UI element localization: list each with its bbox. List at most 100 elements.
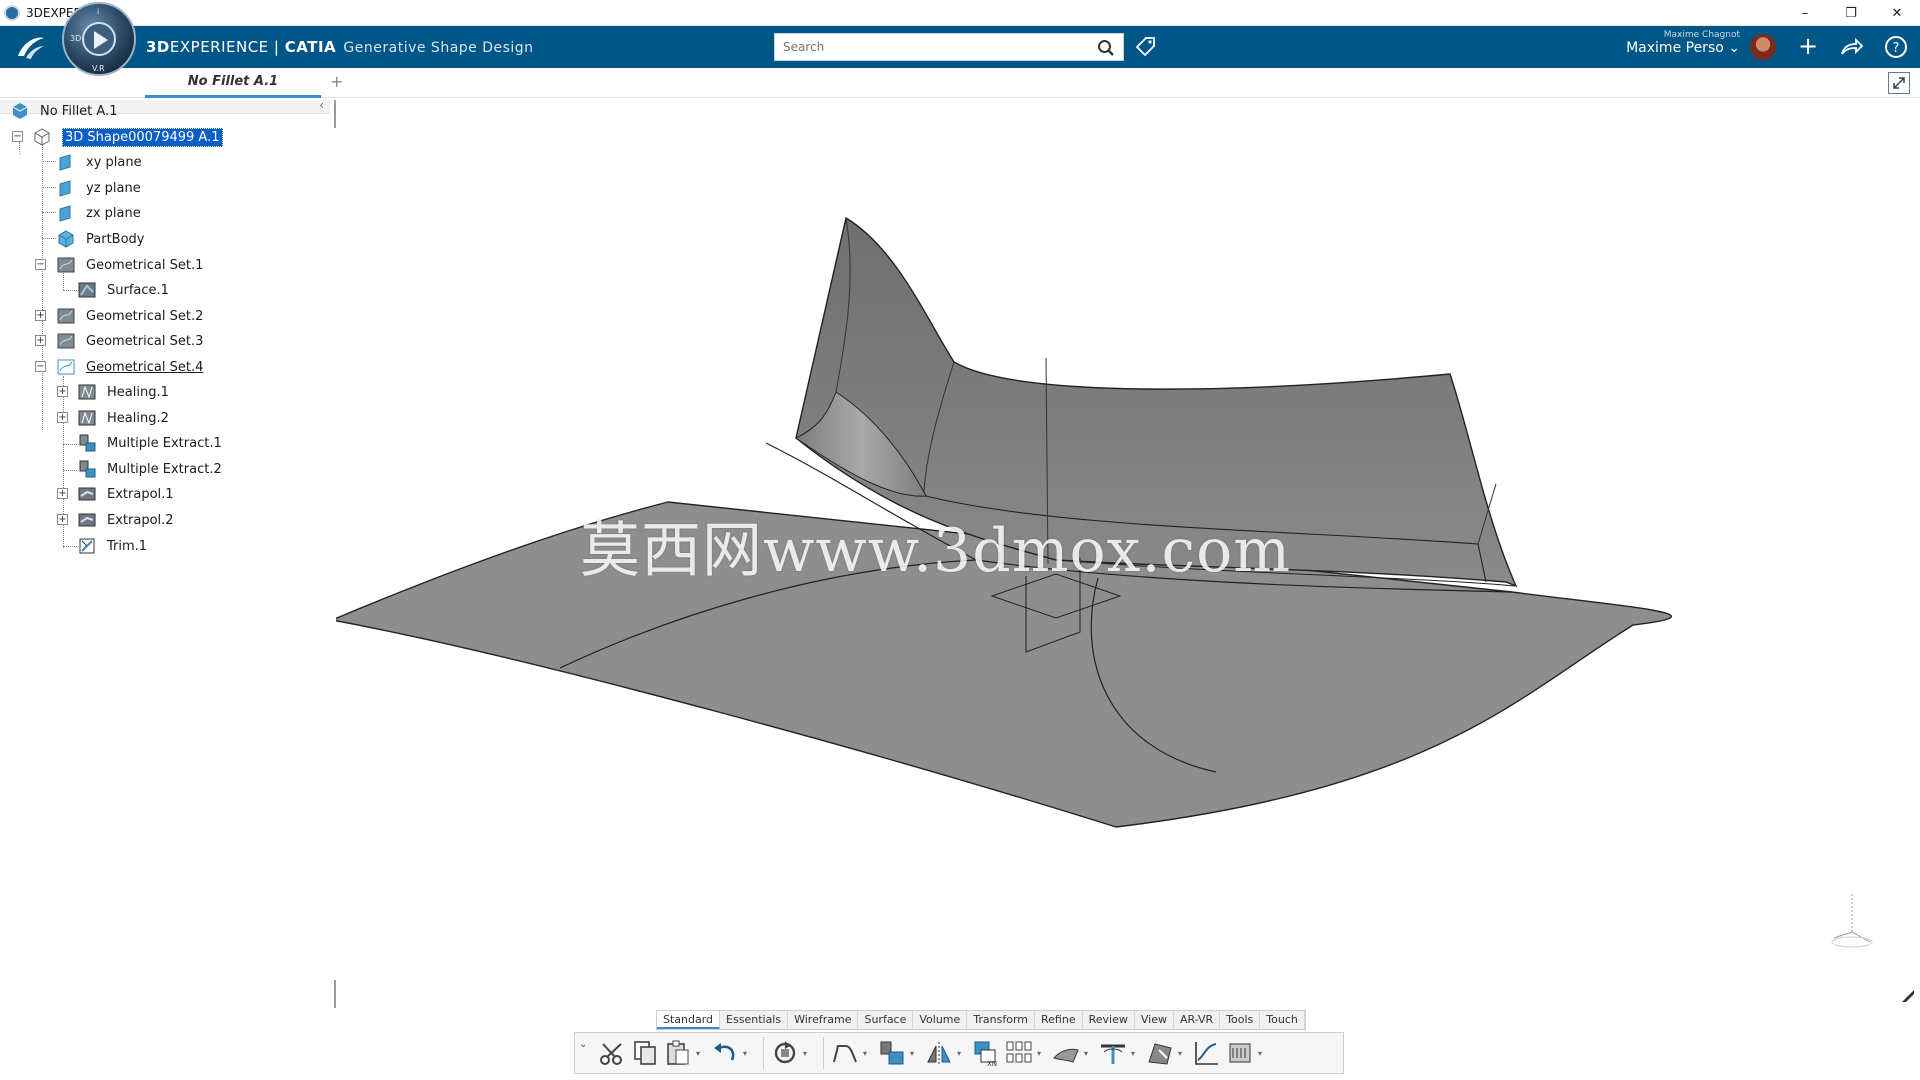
add-icon[interactable]: + (1795, 34, 1821, 60)
paste-icon[interactable] (663, 1038, 693, 1068)
symmetry-dropdown-icon[interactable]: ▾ (957, 1049, 965, 1058)
tab-touch[interactable]: Touch (1260, 1011, 1305, 1029)
fill-icon[interactable] (1145, 1038, 1175, 1068)
update-icon[interactable] (770, 1038, 800, 1068)
undo-dropdown-icon[interactable]: ▾ (743, 1049, 751, 1058)
tree-node-partbody[interactable]: PartBody (56, 228, 144, 250)
minimize-button[interactable]: – (1782, 0, 1828, 26)
undo-icon[interactable] (710, 1038, 740, 1068)
tree-node-extrapol-2[interactable]: + Extrapol.2 (57, 509, 174, 531)
healing-icon (78, 384, 96, 400)
tab-view[interactable]: View (1135, 1011, 1174, 1029)
restore-button[interactable]: ❐ (1828, 0, 1874, 26)
play-icon[interactable] (94, 31, 108, 49)
chevron-down-icon[interactable]: ⌄ (579, 1039, 587, 1050)
resize-handle-icon[interactable] (1900, 988, 1916, 1004)
tab-essentials[interactable]: Essentials (720, 1011, 789, 1029)
collapse-icon[interactable]: − (35, 259, 46, 270)
transform-icon[interactable] (1051, 1038, 1081, 1068)
plane-icon (59, 154, 71, 171)
tab-standard[interactable]: Standard (657, 1011, 721, 1029)
user-name: Maxime Perso ⌄ (1626, 40, 1740, 56)
tree-node-shape[interactable]: − 3D Shape00079499 A.1 (12, 126, 223, 148)
tree-node-trim-1[interactable]: Trim.1 (77, 535, 147, 557)
shape-icon (34, 128, 50, 146)
fill-dropdown-icon[interactable]: ▾ (1178, 1049, 1186, 1058)
close-button[interactable]: ✕ (1874, 0, 1920, 26)
svg-text:?: ? (1893, 41, 1900, 56)
window-title-bar: 3DEXPERIENCE – ❐ ✕ (0, 0, 1920, 26)
avatar[interactable] (1750, 34, 1776, 60)
pattern-icon[interactable] (1004, 1038, 1034, 1068)
tab-tools[interactable]: Tools (1220, 1011, 1261, 1029)
tree-node-multiple-extract-2[interactable]: Multiple Extract.2 (77, 458, 222, 480)
search-input[interactable] (775, 34, 1085, 60)
tree-node-multiple-extract-1[interactable]: Multiple Extract.1 (77, 432, 222, 454)
join-dropdown-icon[interactable]: ▾ (1131, 1049, 1139, 1058)
tree-node-xy-plane[interactable]: xy plane (56, 151, 142, 173)
tree-node-surface-1[interactable]: Surface.1 (77, 279, 169, 301)
sketch-icon[interactable] (830, 1038, 860, 1068)
expand-icon[interactable]: + (57, 488, 68, 499)
extract-tool-icon[interactable] (877, 1038, 907, 1068)
measure-dropdown-icon[interactable]: ▾ (1258, 1049, 1266, 1058)
cut-icon[interactable] (597, 1038, 627, 1068)
maximize-viewer-button[interactable] (1888, 72, 1910, 94)
tree-node-geoset-1[interactable]: − Geometrical Set.1 (35, 254, 203, 276)
tab-wireframe[interactable]: Wireframe (788, 1011, 859, 1029)
compass-widget[interactable]: 3D V.R i (62, 2, 136, 76)
app-header: 3DEXPERIENCE | CATIA Generative Shape De… (0, 26, 1920, 68)
add-tab-button[interactable]: + (330, 72, 343, 91)
extract-dropdown-icon[interactable]: ▾ (910, 1049, 918, 1058)
watermark-text: 莫西网www.3dmox.com (580, 516, 1292, 586)
tree-node-zx-plane[interactable]: zx plane (56, 202, 141, 224)
duplicate-icon[interactable]: XN (971, 1038, 1001, 1068)
tree-node-geoset-2[interactable]: + Geometrical Set.2 (35, 305, 203, 327)
tree-node-geoset-4[interactable]: − Geometrical Set.4 (35, 356, 203, 378)
3d-viewport[interactable]: 莫西网www.3dmox.com (329, 98, 1920, 998)
expand-icon[interactable]: + (57, 386, 68, 397)
app-icon (4, 4, 20, 21)
ds-logo-icon[interactable] (14, 32, 48, 62)
tab-ar-vr[interactable]: AR-VR (1174, 1011, 1221, 1029)
tab-surface[interactable]: Surface (858, 1011, 914, 1029)
paste-dropdown-icon[interactable]: ▾ (696, 1049, 704, 1058)
expand-icon[interactable]: + (57, 412, 68, 423)
tree-node-geoset-3[interactable]: + Geometrical Set.3 (35, 330, 203, 352)
copy-icon[interactable] (630, 1038, 660, 1068)
axis-triad[interactable] (1826, 890, 1884, 950)
expand-icon[interactable]: + (35, 335, 46, 346)
tab-review[interactable]: Review (1083, 1011, 1135, 1029)
help-icon[interactable]: ? (1883, 34, 1909, 60)
search-icon[interactable] (1097, 39, 1115, 57)
tree-node-extrapol-1[interactable]: + Extrapol.1 (57, 483, 174, 505)
symmetry-icon[interactable] (924, 1038, 954, 1068)
graph-icon[interactable] (1192, 1038, 1222, 1068)
tree-node-healing-2[interactable]: + Healing.2 (57, 407, 169, 429)
tab-active-document[interactable]: No Fillet A.1 (145, 68, 321, 98)
expand-icon[interactable]: + (57, 514, 68, 525)
collapse-icon[interactable]: − (35, 361, 46, 372)
update-dropdown-icon[interactable]: ▾ (803, 1049, 811, 1058)
tab-transform[interactable]: Transform (967, 1011, 1036, 1029)
share-icon[interactable] (1838, 34, 1864, 60)
tag-icon[interactable] (1134, 35, 1158, 59)
tab-refine[interactable]: Refine (1035, 1011, 1083, 1029)
tree-node-healing-1[interactable]: + Healing.1 (57, 381, 169, 403)
search-box[interactable] (774, 33, 1124, 61)
extrapol-icon (78, 487, 96, 501)
join-icon[interactable] (1098, 1038, 1128, 1068)
collapse-icon[interactable]: − (12, 131, 23, 142)
geoset-icon (57, 257, 75, 273)
measure-icon[interactable] (1225, 1038, 1255, 1068)
healing-icon (78, 410, 96, 426)
transform-dropdown-icon[interactable]: ▾ (1084, 1049, 1092, 1058)
tree-root[interactable]: No Fillet A.1 (10, 100, 117, 122)
sketch-dropdown-icon[interactable]: ▾ (863, 1049, 871, 1058)
pattern-dropdown-icon[interactable]: ▾ (1037, 1049, 1045, 1058)
chevron-left-icon[interactable]: ‹ (319, 98, 324, 112)
tab-volume[interactable]: Volume (913, 1011, 968, 1029)
expand-icon[interactable]: + (35, 310, 46, 321)
tree-node-yz-plane[interactable]: yz plane (56, 177, 141, 199)
user-menu[interactable]: Maxime Chagnot Maxime Perso ⌄ (1626, 30, 1740, 56)
